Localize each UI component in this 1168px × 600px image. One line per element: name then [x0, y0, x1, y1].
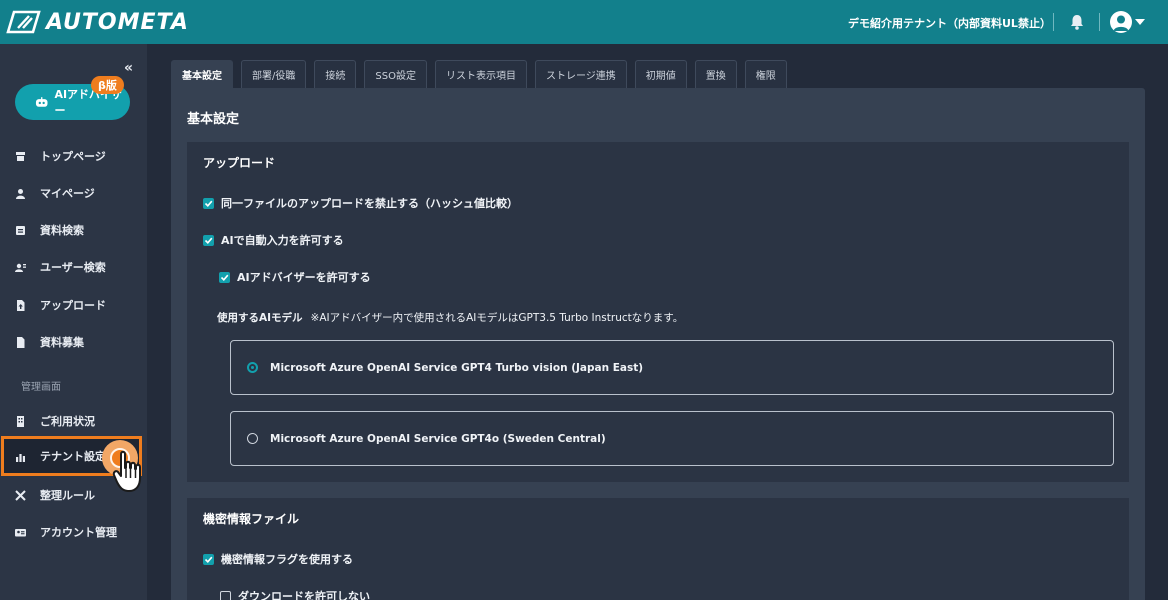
sidebar-item-usage[interactable]: ご利用状況: [0, 404, 147, 438]
user-menu[interactable]: [1110, 11, 1145, 33]
model-option-label: Microsoft Azure OpenAI Service GPT4o (Sw…: [270, 432, 606, 445]
sidebar-item-label: アップロード: [40, 299, 106, 312]
sidebar-item-top-page[interactable]: トップページ: [0, 139, 147, 173]
checkbox-confidential-flag[interactable]: 機密情報フラグを使用する: [203, 551, 353, 567]
bar-chart-icon: [16, 453, 25, 462]
card-title: 機密情報ファイル: [203, 512, 300, 526]
tab-permissions[interactable]: 権限: [744, 60, 787, 88]
ai-model-title: 使用するAIモデル: [217, 312, 303, 324]
confidential-settings-card: 機密情報ファイル 機密情報フラグを使用する ダウンロードを許可しない: [187, 498, 1129, 600]
sidebar-item-label: アカウント管理: [40, 526, 117, 539]
app-logo[interactable]: AUTOMETA: [6, 9, 189, 35]
collapse-sidebar-icon[interactable]: «: [124, 60, 133, 76]
sidebar: « AIアドバイザー β版 トップページ マイページ 資料検索 ユーザー検索 ア…: [0, 44, 147, 600]
checkbox-unchecked-icon: [220, 590, 231, 600]
checkbox-ai-advisor[interactable]: AIアドバイザーを許可する: [219, 269, 371, 285]
top-header: AUTOMETA デモ紹介用テナント（内部資料UL禁止）: [0, 0, 1168, 44]
ai-model-note: ※AIアドバイザー内で使用されるAIモデルはGPT3.5 Turbo Instr…: [310, 312, 684, 324]
model-option-gpt4-turbo[interactable]: Microsoft Azure OpenAI Service GPT4 Turb…: [230, 340, 1114, 395]
panel-title: 基本設定: [187, 112, 240, 127]
checkbox-checked-icon: [203, 553, 214, 565]
radio-selected-icon: [247, 362, 258, 373]
settings-panel: 基本設定 アップロード 同一ファイルのアップロードを禁止する（ハッシュ値比較） …: [171, 88, 1145, 600]
checkbox-ai-auto-input[interactable]: AIで自動入力を許可する: [203, 232, 344, 248]
checkbox-checked-icon: [219, 271, 230, 283]
sidebar-item-upload[interactable]: アップロード: [0, 288, 147, 322]
card-title: アップロード: [203, 156, 276, 170]
checkbox-checked-icon: [203, 234, 214, 246]
chevron-down-icon: [1135, 19, 1145, 25]
sidebar-item-label: トップページ: [40, 150, 106, 163]
sidebar-item-label: ユーザー検索: [40, 261, 106, 274]
tab-sso[interactable]: SSO設定: [364, 60, 427, 88]
file-icon: [17, 336, 25, 348]
checkbox-no-download[interactable]: ダウンロードを許可しない: [220, 588, 370, 600]
sidebar-item-document-search[interactable]: 資料検索: [0, 213, 147, 247]
model-option-label: Microsoft Azure OpenAI Service GPT4 Turb…: [270, 361, 644, 374]
sidebar-item-account-management[interactable]: アカウント管理: [0, 515, 147, 549]
tab-connection[interactable]: 接続: [314, 60, 357, 88]
document-search-icon: [16, 225, 25, 235]
tab-basic-settings[interactable]: 基本設定: [171, 60, 233, 88]
building-icon: [17, 415, 24, 427]
checkbox-checked-icon: [203, 197, 214, 209]
bell-icon[interactable]: [1068, 13, 1086, 31]
user-search-icon: [15, 263, 26, 272]
avatar-icon: [1110, 11, 1132, 33]
checkbox-label: AIアドバイザーを許可する: [237, 271, 371, 284]
robot-icon: [35, 97, 48, 107]
tab-list-columns[interactable]: リスト表示項目: [434, 60, 527, 88]
sidebar-item-label: 整理ルール: [40, 489, 95, 502]
main-content: 基本設定 部署/役職 接続 SSO設定 リスト表示項目 ストレージ連携 初期値 …: [147, 44, 1168, 600]
person-icon: [16, 188, 25, 199]
header-divider: [1053, 13, 1054, 31]
tab-replace[interactable]: 置換: [694, 60, 737, 88]
store-icon: [16, 151, 25, 161]
tab-departments[interactable]: 部署/役職: [241, 60, 307, 88]
tab-defaults[interactable]: 初期値: [634, 60, 687, 88]
upload-settings-card: アップロード 同一ファイルのアップロードを禁止する（ハッシュ値比較） AIで自動…: [187, 142, 1129, 482]
beta-badge: β版: [91, 76, 124, 94]
checkbox-duplicate-upload[interactable]: 同一ファイルのアップロードを禁止する（ハッシュ値比較）: [203, 195, 518, 211]
radio-unselected-icon: [247, 433, 258, 444]
admin-section-label: 管理画面: [21, 382, 61, 393]
pointer-hand-icon: [112, 450, 141, 492]
checkbox-label: 機密情報フラグを使用する: [221, 553, 353, 566]
id-card-icon: [15, 528, 26, 536]
upload-file-icon: [17, 299, 25, 311]
sidebar-item-label: 資料募集: [40, 336, 84, 349]
checkbox-label: AIで自動入力を許可する: [221, 234, 344, 247]
settings-tabs: 基本設定 部署/役職 接続 SSO設定 リスト表示項目 ストレージ連携 初期値 …: [171, 60, 795, 88]
checkbox-label: 同一ファイルのアップロードを禁止する（ハッシュ値比較）: [221, 197, 518, 210]
sidebar-item-my-page[interactable]: マイページ: [0, 176, 147, 210]
logo-mark-icon: [6, 10, 41, 34]
sidebar-item-label: テナント設定: [40, 450, 106, 463]
model-option-gpt4o[interactable]: Microsoft Azure OpenAI Service GPT4o (Sw…: [230, 411, 1114, 466]
header-divider: [1099, 13, 1100, 31]
sidebar-item-label: マイページ: [40, 187, 95, 200]
sidebar-item-label: 資料検索: [40, 224, 84, 237]
tools-icon: [15, 489, 26, 501]
sidebar-item-document-request[interactable]: 資料募集: [0, 325, 147, 359]
checkbox-label: ダウンロードを許可しない: [238, 590, 370, 600]
tenant-name[interactable]: デモ紹介用テナント（内部資料UL禁止）: [848, 15, 1051, 31]
ai-model-label: 使用するAIモデル ※AIアドバイザー内で使用されるAIモデルはGPT3.5 Tu…: [217, 310, 683, 325]
logo-text: AUTOMETA: [46, 9, 189, 35]
sidebar-item-user-search[interactable]: ユーザー検索: [0, 250, 147, 284]
tab-storage[interactable]: ストレージ連携: [534, 60, 627, 88]
sidebar-item-label: ご利用状況: [40, 415, 95, 428]
